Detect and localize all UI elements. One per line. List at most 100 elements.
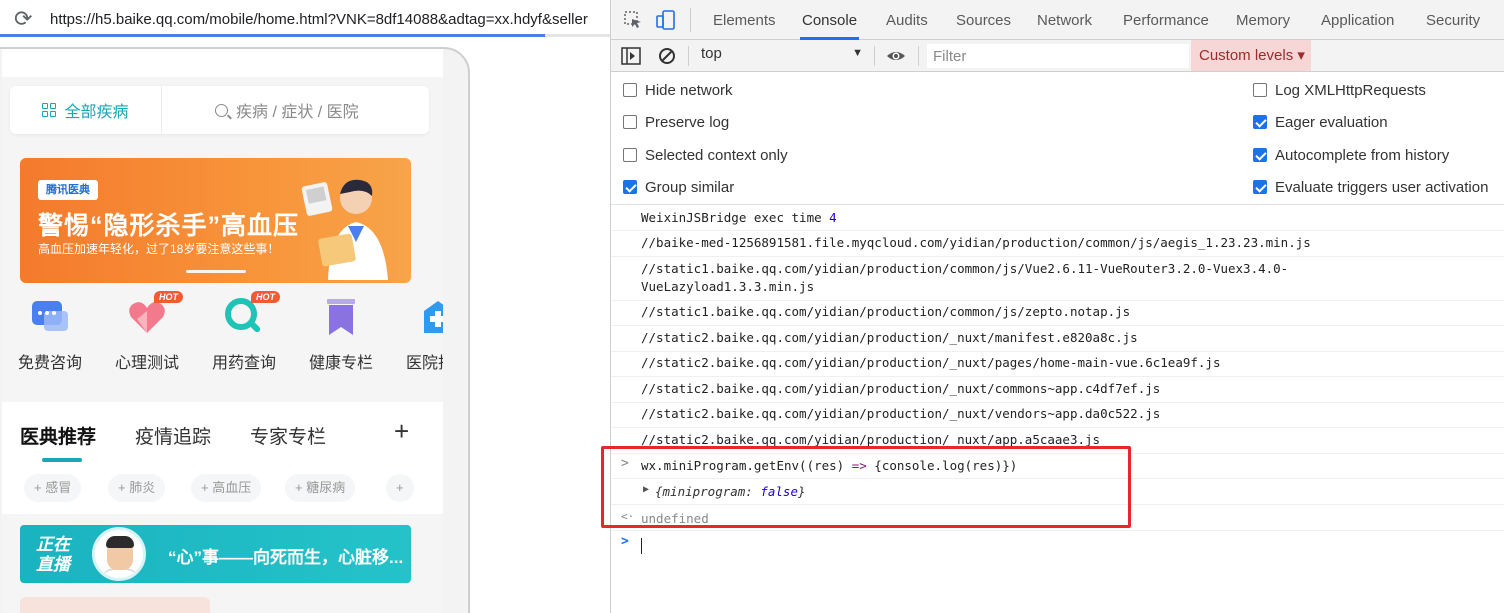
- quick-item-drug-search[interactable]: HOT 用药查询: [199, 291, 289, 373]
- eye-icon[interactable]: [886, 46, 906, 66]
- setting-label: Eager evaluation: [1275, 113, 1388, 131]
- log-message: //baike-med-1256891581.file.myqcloud.com…: [641, 235, 1311, 250]
- hot-badge: HOT: [154, 291, 183, 303]
- checkbox-checked[interactable]: [1253, 180, 1267, 194]
- live-stream-banner[interactable]: 正在 直播 “心”事——向死而生，心脏移...: [20, 525, 411, 583]
- setting-label: Group similar: [645, 178, 735, 196]
- article-card[interactable]: [20, 597, 210, 613]
- log-levels-dropdown[interactable]: Custom levels ▾: [1191, 40, 1311, 71]
- checkbox-checked[interactable]: [1253, 148, 1267, 162]
- tab-console[interactable]: Console: [800, 0, 860, 40]
- all-diseases-button[interactable]: 全部疾病: [10, 86, 162, 134]
- live-badge: 正在 直播: [36, 535, 70, 575]
- quick-entry-row: 免费咨询 HOT 心理测试 HOT 用药查询 健康专栏 医院: [2, 291, 443, 377]
- checkbox[interactable]: [623, 148, 637, 162]
- console-output: WeixinJSBridge exec time 4 //baike-med-1…: [601, 206, 1504, 613]
- log-message: //static2.baike.qq.com/yidian/production…: [641, 406, 1161, 421]
- tab-recommended[interactable]: 医典推荐: [20, 422, 96, 449]
- filter-input[interactable]: [927, 44, 1189, 68]
- setting-hide-network[interactable]: Hide network: [623, 80, 733, 100]
- device-toolbar-icon[interactable]: [656, 10, 676, 30]
- highlight-box: [601, 446, 1131, 528]
- row-divider: [611, 351, 1504, 352]
- checkbox-checked[interactable]: [623, 180, 637, 194]
- context-value: top: [701, 45, 722, 62]
- quick-item-hospital-rank[interactable]: 医院排行: [393, 297, 443, 373]
- setting-log-xmlhttprequests[interactable]: Log XMLHttpRequests: [1253, 80, 1426, 100]
- browser-pane: ⟳ https://h5.baike.qq.com/mobile/home.ht…: [0, 0, 610, 613]
- search-input[interactable]: 疾病 / 症状 / 医院: [215, 86, 359, 134]
- setting-autocomplete-history[interactable]: Autocomplete from history: [1253, 145, 1449, 165]
- setting-label: Log XMLHttpRequests: [1275, 81, 1426, 99]
- tab-elements[interactable]: Elements: [711, 0, 778, 40]
- quick-item-label: 心理测试: [114, 355, 179, 372]
- tag-chip[interactable]: +: [386, 474, 414, 502]
- setting-eager-evaluation[interactable]: Eager evaluation: [1253, 112, 1388, 132]
- toolbar-divider: [688, 46, 689, 66]
- dropdown-arrow-icon: ▼: [852, 47, 863, 59]
- all-diseases-label: 全部疾病: [64, 104, 129, 121]
- quick-item-label: 医院排行: [405, 355, 443, 372]
- hypertension-banner[interactable]: 腾讯医典 警惕“隐形杀手”高血压 高血压加速年轻化，过了18岁要注意这些事！: [20, 158, 411, 283]
- avatar: [92, 527, 146, 581]
- tag-chip[interactable]: + 糖尿病: [285, 474, 356, 502]
- checkbox[interactable]: [1253, 83, 1267, 97]
- tab-experts[interactable]: 专家专栏: [250, 422, 326, 449]
- row-divider: [611, 230, 1504, 231]
- banner-pagination: [186, 270, 246, 273]
- screen: ⟳ https://h5.baike.qq.com/mobile/home.ht…: [0, 0, 1504, 613]
- checkbox[interactable]: [623, 115, 637, 129]
- url-field[interactable]: https://h5.baike.qq.com/mobile/home.html…: [50, 11, 598, 28]
- tab-security[interactable]: Security: [1424, 0, 1482, 40]
- inspect-element-icon[interactable]: [623, 10, 643, 30]
- setting-evaluate-triggers-activation[interactable]: Evaluate triggers user activation: [1253, 177, 1488, 197]
- tag-chip[interactable]: + 高血压: [191, 474, 262, 502]
- quick-item-consult[interactable]: 免费咨询: [5, 297, 95, 373]
- hot-badge: HOT: [251, 291, 280, 303]
- input-prompt-icon: >: [621, 534, 629, 549]
- row-divider: [611, 376, 1504, 377]
- tag-chip[interactable]: + 感冒: [24, 474, 82, 502]
- live-title: “心”事——向死而生，心脏移...: [168, 548, 404, 567]
- log-message: //static2.baike.qq.com/yidian/production…: [641, 381, 1161, 396]
- clear-console-icon[interactable]: [657, 46, 677, 66]
- setting-selected-context-only[interactable]: Selected context only: [623, 145, 788, 165]
- setting-group-similar[interactable]: Group similar: [623, 177, 734, 197]
- context-select[interactable]: top ▼: [701, 45, 865, 67]
- row-divider: [611, 300, 1504, 301]
- reload-icon[interactable]: ⟳: [14, 8, 32, 30]
- quick-item-psych-test[interactable]: HOT 心理测试: [102, 291, 192, 373]
- tab-performance[interactable]: Performance: [1121, 0, 1211, 40]
- setting-preserve-log[interactable]: Preserve log: [623, 112, 729, 132]
- tab-epidemic[interactable]: 疫情追踪: [135, 422, 211, 449]
- tab-memory[interactable]: Memory: [1234, 0, 1292, 40]
- sidebar-toggle-icon[interactable]: [621, 46, 641, 66]
- devtools-tabbar: Elements Console Audits Sources Network …: [611, 0, 1504, 40]
- setting-label: Selected context only: [645, 146, 788, 164]
- tab-application[interactable]: Application: [1319, 0, 1396, 40]
- banner-title: 警惕“隐形杀手”高血压: [38, 212, 300, 240]
- checkbox[interactable]: [623, 83, 637, 97]
- tab-audits[interactable]: Audits: [884, 0, 930, 40]
- setting-label: Autocomplete from history: [1275, 146, 1450, 164]
- device-frame: 全部疾病 疾病 / 症状 / 医院 腾讯医典 警惕“隐形杀手”高血压 高血压加速…: [0, 47, 470, 613]
- console-toolbar: top ▼ Custom levels ▾: [611, 40, 1504, 72]
- log-number: 4: [829, 210, 837, 225]
- doctor-illustration: [301, 179, 388, 280]
- console-input[interactable]: [641, 538, 642, 554]
- quick-item-health-column[interactable]: 健康专栏: [296, 297, 386, 373]
- row-divider: [611, 427, 1504, 428]
- setting-label: Hide network: [645, 81, 733, 99]
- tag-chip[interactable]: + 肺炎: [108, 474, 166, 502]
- console-settings: Hide network Preserve log Selected conte…: [611, 72, 1504, 205]
- tab-network[interactable]: Network: [1035, 0, 1094, 40]
- bookmark-icon: [321, 297, 361, 337]
- add-tab-button[interactable]: +: [394, 416, 409, 447]
- checkbox-checked[interactable]: [1253, 115, 1267, 129]
- row-divider: [611, 530, 1504, 531]
- devtools-panel: Elements Console Audits Sources Network …: [601, 0, 1504, 613]
- tab-sources[interactable]: Sources: [954, 0, 1013, 40]
- live-badge-line: 直播: [36, 555, 70, 574]
- toolbar-divider: [918, 46, 919, 66]
- quick-item-label: 用药查询: [211, 355, 276, 372]
